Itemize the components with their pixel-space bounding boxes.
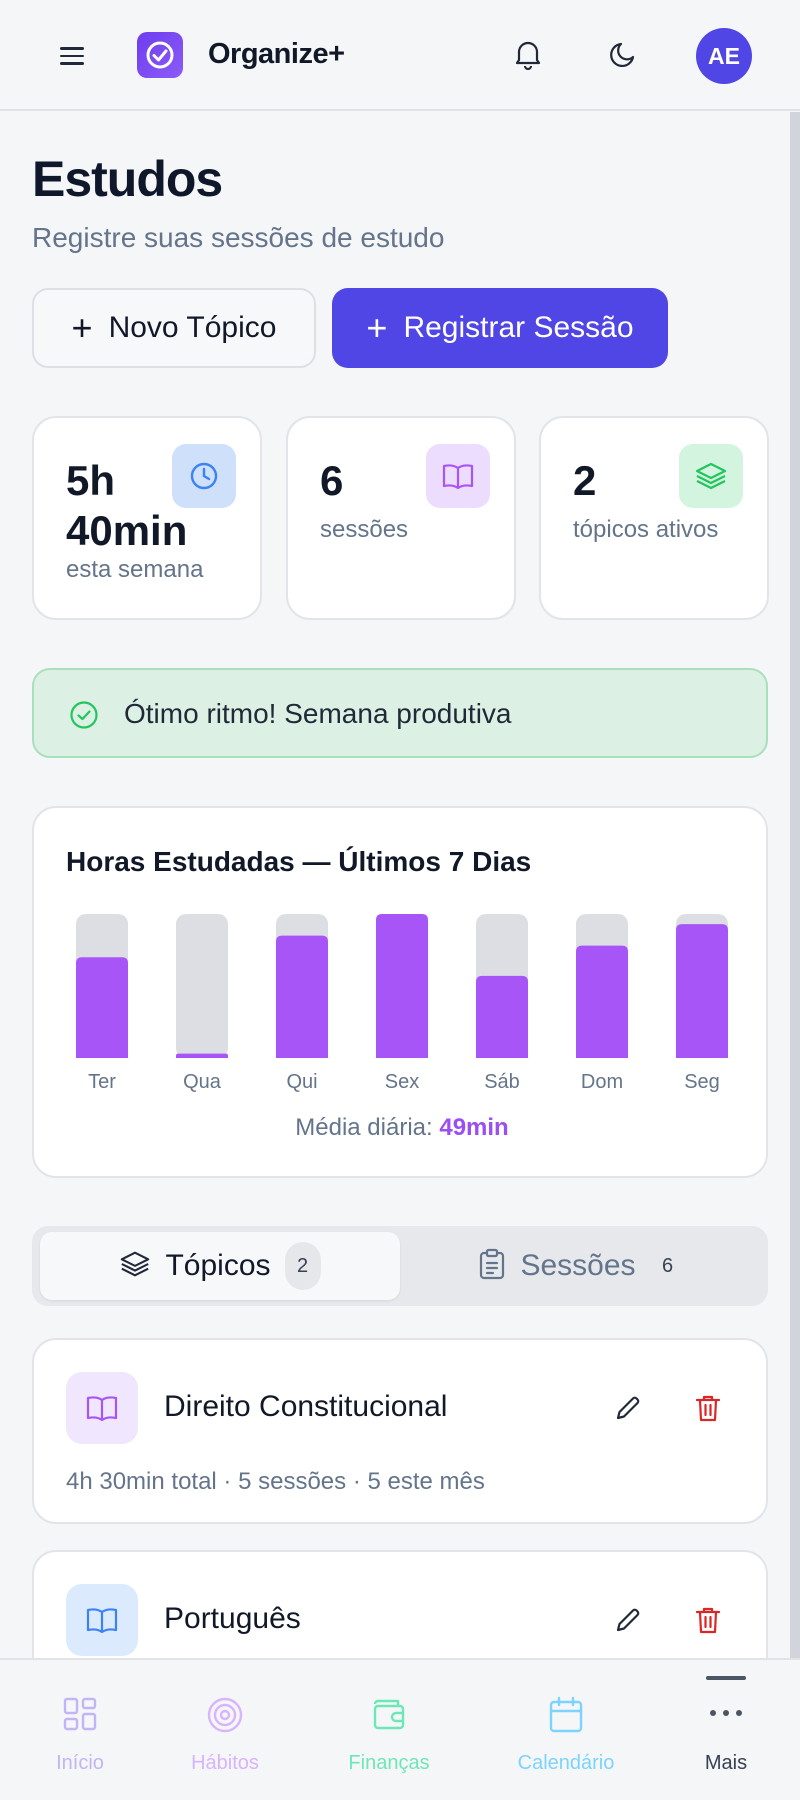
plus-icon: +: [71, 307, 93, 348]
chart-average: Média diária: 49min: [295, 1114, 509, 1141]
chart-x-tick-label: Seg: [684, 1071, 720, 1093]
chart-title: Horas Estudadas — Últimos 7 Dias: [66, 846, 532, 877]
moon-icon[interactable]: [606, 36, 642, 72]
clipboard-icon: [478, 1248, 506, 1285]
book-open-icon: [66, 1584, 138, 1656]
layers-icon: [679, 444, 743, 508]
tab-bar: Tópicos 2 Sessões 6: [32, 1226, 768, 1306]
chart-x-tick-label: Ter: [88, 1071, 116, 1093]
book-open-icon: [426, 444, 490, 508]
alert-text: Ótimo ritmo! Semana produtiva: [124, 698, 512, 729]
wallet-icon: [309, 1696, 469, 1732]
stat-label: esta semana: [66, 556, 204, 583]
tab-count-badge: 2: [284, 1242, 321, 1290]
bell-icon[interactable]: [510, 36, 546, 72]
nav-item-calendario[interactable]: Calendário: [486, 1660, 646, 1800]
page-title: Estudos: [32, 151, 223, 207]
nav-item-mais[interactable]: Mais: [646, 1660, 800, 1800]
new-topic-button[interactable]: + Novo Tópico: [32, 288, 316, 368]
layers-icon: [119, 1248, 151, 1285]
weekly-hours-chart: Ter Qua Qui Sex Sáb Dom Seg Horas Estudadas — …: [32, 806, 768, 1178]
new-topic-label: Novo Tópico: [108, 311, 277, 344]
page-subtitle: Registre suas sessões de estudo: [32, 222, 445, 253]
chart-bar: [476, 975, 528, 1058]
app-header: Organize+ AE: [0, 0, 800, 111]
chart-bar: [176, 1053, 228, 1058]
nav-item-habitos[interactable]: Hábitos: [145, 1660, 305, 1800]
chart-x-tick-label: Qua: [183, 1071, 222, 1093]
book-open-icon: [66, 1372, 138, 1444]
nav-label: Início: [56, 1752, 104, 1774]
tab-sessions[interactable]: Sessões 6: [402, 1232, 762, 1300]
chart-bar-track: [176, 914, 228, 1058]
avatar[interactable]: AE: [696, 28, 752, 84]
target-icon: [145, 1696, 305, 1734]
productivity-alert: Ótimo ritmo! Semana produtiva: [32, 668, 768, 758]
menu-icon[interactable]: [56, 44, 88, 68]
stat-card-sessions: 6 sessões: [286, 416, 516, 620]
calendar-icon: [486, 1696, 646, 1734]
topic-name: Português: [164, 1602, 301, 1635]
chart-bar: [676, 924, 728, 1058]
chart-bar: [576, 945, 628, 1058]
stat-card-week-time: 5h 40min esta semana: [32, 416, 262, 620]
stat-label: tópicos ativos: [573, 516, 719, 543]
grid-icon: [0, 1696, 160, 1732]
chart-x-tick-label: Dom: [581, 1071, 623, 1093]
plus-icon: +: [366, 307, 388, 348]
tab-topics[interactable]: Tópicos 2: [40, 1232, 400, 1300]
app-name: Organize+: [208, 38, 345, 70]
register-session-button[interactable]: + Registrar Sessão: [332, 288, 668, 368]
register-session-label: Registrar Sessão: [403, 311, 634, 344]
app-logo-icon: [137, 32, 183, 78]
topic-name: Direito Constitucional: [164, 1390, 448, 1423]
chart-x-tick-label: Sáb: [484, 1071, 520, 1093]
chart-bar: [276, 935, 328, 1058]
topic-card[interactable]: Direito Constitucional 4h 30min total · …: [32, 1338, 768, 1524]
stat-value: 5h 40min: [66, 457, 188, 554]
nav-label: Calendário: [517, 1752, 615, 1774]
scrollbar[interactable]: [790, 112, 800, 1660]
stat-card-topics: 2 tópicos ativos: [539, 416, 769, 620]
edit-icon[interactable]: [608, 1600, 648, 1640]
bottom-nav: Início Hábitos Finanças Calendário Mais: [0, 1658, 800, 1800]
nav-item-financas[interactable]: Finanças: [309, 1660, 469, 1800]
nav-label: Finanças: [348, 1752, 430, 1774]
tab-label: Sessões: [520, 1249, 636, 1282]
edit-icon[interactable]: [608, 1388, 648, 1428]
stat-value: 2: [573, 457, 597, 504]
stat-value: 6: [320, 457, 344, 504]
stat-label: sessões: [320, 516, 409, 543]
chart-bar: [76, 957, 128, 1058]
clock-icon: [172, 444, 236, 508]
check-circle-icon: [68, 699, 100, 736]
tab-label: Tópicos: [165, 1249, 271, 1282]
chart-x-tick-label: Qui: [286, 1071, 317, 1093]
trash-icon[interactable]: [688, 1388, 728, 1428]
topic-meta: 4h 30min total · 5 sessões · 5 este mês: [66, 1468, 485, 1495]
nav-label: Hábitos: [191, 1752, 259, 1774]
tab-count-badge: 6: [661, 1254, 674, 1277]
chart-bar: [376, 914, 428, 1058]
nav-item-inicio[interactable]: Início: [0, 1660, 160, 1800]
more-icon: [646, 1708, 800, 1718]
nav-label: Mais: [704, 1752, 748, 1774]
chart-average-value: 49min: [439, 1114, 509, 1141]
trash-icon[interactable]: [688, 1600, 728, 1640]
chart-x-tick-label: Sex: [385, 1071, 419, 1093]
